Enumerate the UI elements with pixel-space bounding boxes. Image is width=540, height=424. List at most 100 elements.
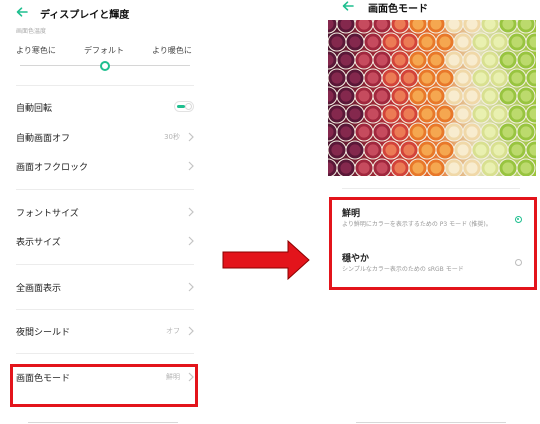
citrus-slice-center: [430, 126, 442, 138]
citrus-slice-center: [421, 36, 433, 48]
citrus-slice-center: [358, 126, 370, 138]
citrus-slice-center: [493, 72, 505, 84]
divider: [16, 264, 194, 265]
citrus-slice-center: [331, 144, 343, 156]
setting-label: 全画面表示: [16, 284, 62, 294]
setting-row-auto-screen-off[interactable]: 自動画面オフ 30秒: [16, 129, 194, 147]
setting-row-screen-off-clock[interactable]: 画面オフクロック: [16, 158, 194, 176]
citrus-slice-center: [340, 90, 352, 102]
citrus-slice-center: [385, 144, 397, 156]
citrus-slice-center: [502, 90, 514, 102]
setting-row-full-screen[interactable]: 全画面表示: [16, 279, 194, 297]
citrus-slice-center: [448, 90, 460, 102]
citrus-slice-center: [448, 162, 460, 174]
citrus-slice-center: [448, 54, 460, 66]
citrus-slice-center: [439, 144, 451, 156]
setting-label: フォントサイズ: [16, 209, 79, 219]
citrus-slice-center: [403, 144, 415, 156]
citrus-slice-center: [493, 108, 505, 120]
citrus-slice-center: [349, 72, 361, 84]
citrus-slice-center: [412, 162, 424, 174]
citrus-slice-center: [412, 126, 424, 138]
citrus-slice-center: [448, 126, 460, 138]
citrus-slice-center: [520, 162, 532, 174]
home-indicator: [28, 422, 178, 423]
citrus-slice-center: [349, 108, 361, 120]
citrus-slice-center: [457, 72, 469, 84]
setting-label: 自動回転: [16, 104, 53, 114]
citrus-slice-center: [367, 144, 379, 156]
setting-label: 夜間シールド: [16, 328, 71, 338]
citrus-slice-center: [484, 126, 496, 138]
citrus-slice-center: [394, 90, 406, 102]
citrus-slice-center: [421, 144, 433, 156]
divider: [16, 85, 194, 86]
citrus-slice-center: [430, 54, 442, 66]
slider-thumb[interactable]: [100, 61, 110, 71]
auto-rotate-toggle[interactable]: [174, 101, 194, 112]
divider: [342, 188, 520, 189]
citrus-slice-center: [349, 36, 361, 48]
citrus-slice-center: [358, 54, 370, 66]
citrus-slice-center: [376, 54, 388, 66]
toggle-track: [177, 105, 185, 108]
citrus-slice-center: [484, 54, 496, 66]
divider: [16, 189, 194, 190]
page-title: 画面色モード: [368, 4, 428, 15]
setting-label: 表示サイズ: [16, 238, 61, 248]
citrus-slice-center: [502, 126, 514, 138]
warmer-label: より暖色に: [152, 46, 192, 55]
color-mode-highlight: [10, 364, 198, 407]
divider: [16, 309, 194, 310]
citrus-slice-center: [394, 54, 406, 66]
cooler-label: より寒色に: [16, 46, 56, 55]
citrus-slice-center: [511, 144, 523, 156]
citrus-slice-center: [358, 90, 370, 102]
setting-row-display-size[interactable]: 表示サイズ: [16, 233, 194, 251]
citrus-slice-center: [457, 36, 469, 48]
citrus-slice-center: [412, 90, 424, 102]
citrus-slices: [328, 20, 536, 176]
citrus-slice-center: [403, 108, 415, 120]
citrus-slice-center: [412, 54, 424, 66]
citrus-slice-center: [502, 54, 514, 66]
setting-value: オフ: [166, 327, 180, 335]
citrus-slice-center: [349, 144, 361, 156]
setting-row-night-shield[interactable]: 夜間シールド オフ: [16, 323, 194, 341]
chevron-right-icon: [188, 282, 194, 292]
citrus-slice-center: [340, 162, 352, 174]
back-arrow-icon[interactable]: [16, 7, 28, 17]
citrus-slice-center: [439, 72, 451, 84]
citrus-slice-center: [439, 108, 451, 120]
setting-value: 30秒: [164, 133, 180, 141]
citrus-slice-center: [466, 90, 478, 102]
citrus-slice-center: [340, 54, 352, 66]
back-arrow-icon[interactable]: [342, 1, 354, 11]
citrus-slice-center: [502, 162, 514, 174]
citrus-slice-center: [385, 72, 397, 84]
citrus-slice-center: [385, 108, 397, 120]
display-settings-screen: ディスプレイと輝度 画面色温度 より寒色に デフォルト より暖色に 自動回転 自…: [0, 0, 205, 424]
citrus-slice-center: [520, 90, 532, 102]
citrus-slice-center: [367, 36, 379, 48]
chevron-right-icon: [188, 207, 194, 217]
color-mode-options-highlight: [329, 197, 537, 290]
citrus-slice-center: [340, 126, 352, 138]
citrus-slice-center: [475, 36, 487, 48]
default-label: デフォルト: [84, 46, 124, 55]
citrus-slice-center: [376, 126, 388, 138]
arrow-right-icon: [222, 240, 310, 280]
citrus-slice-center: [331, 108, 343, 120]
citrus-slice-center: [493, 36, 505, 48]
citrus-slice-center: [475, 108, 487, 120]
toggle-knob: [185, 103, 192, 110]
setting-row-font-size[interactable]: フォントサイズ: [16, 204, 194, 222]
citrus-slice-center: [376, 90, 388, 102]
setting-row-auto-rotate[interactable]: 自動回転: [16, 99, 194, 117]
citrus-preview-image: [328, 20, 536, 176]
citrus-slice-center: [475, 144, 487, 156]
citrus-slice-center: [511, 72, 523, 84]
citrus-slice-center: [484, 90, 496, 102]
citrus-slice-center: [457, 144, 469, 156]
citrus-slice-center: [466, 162, 478, 174]
